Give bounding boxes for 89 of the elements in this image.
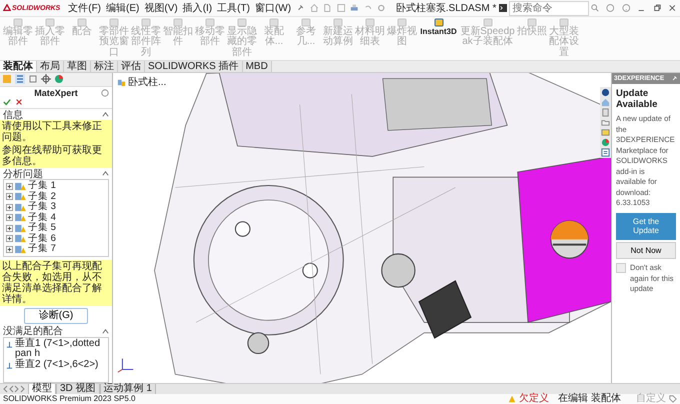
mate-warning-icon bbox=[15, 224, 26, 233]
checkbox[interactable] bbox=[616, 263, 626, 273]
menu-item[interactable]: 窗口(W) bbox=[254, 1, 292, 15]
section-heading: 分析问题 bbox=[3, 168, 43, 180]
assembly-icon bbox=[117, 78, 126, 86]
pin-icon[interactable] bbox=[671, 75, 678, 82]
expand-toggle-icon[interactable] bbox=[6, 214, 13, 222]
perpendicular-icon bbox=[6, 340, 13, 348]
expand-toggle-icon[interactable] bbox=[6, 193, 13, 200]
properties-icon[interactable] bbox=[601, 148, 610, 157]
command-prompt-icon bbox=[499, 4, 508, 12]
ok-icon[interactable] bbox=[3, 98, 11, 106]
command-tab[interactable]: MBD bbox=[242, 61, 272, 72]
definition-status: 欠定义 bbox=[519, 394, 550, 404]
mate-warning-icon bbox=[15, 234, 26, 244]
subset-item[interactable]: 子集 1 bbox=[28, 181, 56, 192]
not-now-button[interactable]: Not Now bbox=[616, 242, 676, 259]
update-title: Update Available bbox=[616, 88, 658, 110]
mate-warning-icon bbox=[15, 213, 26, 222]
expand-toggle-icon[interactable] bbox=[6, 224, 13, 232]
panel-title: MateXpert bbox=[34, 88, 78, 98]
info-message: 参阅在线帮助可获取更多信息。 bbox=[1, 144, 103, 168]
pin-icon[interactable] bbox=[296, 3, 305, 13]
command-tab[interactable]: 标注 bbox=[91, 61, 118, 72]
subset-item[interactable]: 子集 3 bbox=[28, 202, 56, 212]
expand-toggle-icon[interactable] bbox=[6, 235, 13, 242]
new-document-icon[interactable] bbox=[323, 3, 332, 13]
mate-item[interactable]: 垂直2 (7<1>,6<2>) bbox=[15, 360, 98, 370]
library-icon[interactable] bbox=[601, 108, 610, 117]
search-field[interactable]: 搜索命令 bbox=[509, 0, 590, 16]
view-palette-icon[interactable] bbox=[601, 128, 610, 137]
command-tab[interactable]: 评估 bbox=[118, 61, 145, 72]
subset-item[interactable]: 子集 5 bbox=[28, 223, 56, 234]
mate-warning-icon bbox=[15, 202, 26, 212]
property-manager-icon[interactable] bbox=[15, 74, 25, 84]
subset-item[interactable]: 子集 6 bbox=[28, 234, 56, 244]
collapse-icon[interactable] bbox=[102, 328, 109, 334]
mate-warning-icon bbox=[15, 244, 26, 254]
folder-icon[interactable] bbox=[601, 118, 610, 127]
info-message: 请使用以下工具来修正问题。 bbox=[1, 120, 103, 144]
command-tab[interactable]: 草图 bbox=[64, 61, 91, 72]
subset-item[interactable]: 子集 2 bbox=[28, 192, 56, 202]
view-tab[interactable]: 3D 视图 bbox=[56, 384, 100, 394]
print-icon[interactable] bbox=[350, 3, 359, 13]
note-message: 以上配合子集可再现配合失败，如选用，从不满足清单选择配合了解详情。 bbox=[0, 260, 112, 306]
mate-warning-icon bbox=[15, 182, 26, 191]
perpendicular-icon bbox=[6, 362, 13, 368]
mate-warning-icon bbox=[15, 192, 26, 202]
ribbon-button[interactable]: Instant3D bbox=[418, 18, 458, 38]
cancel-icon[interactable] bbox=[15, 98, 23, 106]
collapse-icon[interactable] bbox=[102, 170, 109, 177]
collapse-icon[interactable] bbox=[102, 111, 109, 118]
close-icon[interactable] bbox=[668, 3, 677, 13]
tree-flyout-item[interactable]: 卧式柱... bbox=[128, 75, 166, 89]
get-update-button[interactable]: Get the Update bbox=[616, 212, 676, 240]
command-tab[interactable]: 布局 bbox=[37, 61, 64, 72]
tool-icon bbox=[434, 18, 444, 27]
menu-item[interactable]: 文件(F) bbox=[67, 1, 102, 15]
menu-item[interactable]: 插入(I) bbox=[182, 1, 214, 15]
command-tab[interactable]: 装配体 bbox=[0, 61, 37, 72]
expand-toggle-icon[interactable] bbox=[6, 246, 13, 253]
menu-item[interactable]: 编辑(E) bbox=[105, 1, 140, 15]
command-tab[interactable]: SOLIDWORKS 插件 bbox=[145, 61, 243, 72]
mate-item[interactable]: 垂直1 (7<1>,dotted pan h bbox=[15, 338, 106, 360]
search-icon[interactable] bbox=[591, 4, 600, 12]
product-version: SOLIDWORKS Premium 2023 SP5.0 bbox=[3, 394, 136, 404]
section-heading: 没满足的配合 bbox=[3, 324, 63, 338]
subset-item[interactable]: 子集 7 bbox=[28, 244, 56, 254]
appearance-icon[interactable] bbox=[54, 74, 64, 84]
tag-icon[interactable] bbox=[669, 395, 677, 403]
home-icon[interactable] bbox=[310, 3, 318, 13]
edit-mode: 在编辑 装配体 bbox=[558, 394, 621, 404]
view-tab[interactable]: 模型 bbox=[28, 384, 56, 394]
globe-icon[interactable] bbox=[601, 88, 610, 97]
expand-toggle-icon[interactable] bbox=[6, 204, 13, 211]
section-heading: 信息 bbox=[3, 108, 23, 120]
appearance-icon[interactable] bbox=[601, 138, 610, 147]
diagnose-button[interactable]: 诊断(G) bbox=[24, 308, 88, 324]
view-tab[interactable]: 运动算例 1 bbox=[100, 384, 156, 394]
save-icon[interactable] bbox=[336, 3, 346, 13]
menu-item[interactable]: 工具(T) bbox=[216, 1, 251, 15]
tab-scroll-arrows-icon[interactable] bbox=[2, 385, 26, 393]
restore-icon[interactable] bbox=[652, 3, 662, 13]
document-title: 卧式柱塞泵.SLDASM * bbox=[396, 2, 496, 15]
menu-item[interactable]: 视图(V) bbox=[143, 1, 179, 15]
crosshair-icon[interactable] bbox=[41, 74, 51, 84]
configuration-icon[interactable] bbox=[28, 74, 38, 84]
subset-item[interactable]: 子集 4 bbox=[28, 212, 56, 223]
expand-toggle-icon[interactable] bbox=[6, 182, 13, 190]
